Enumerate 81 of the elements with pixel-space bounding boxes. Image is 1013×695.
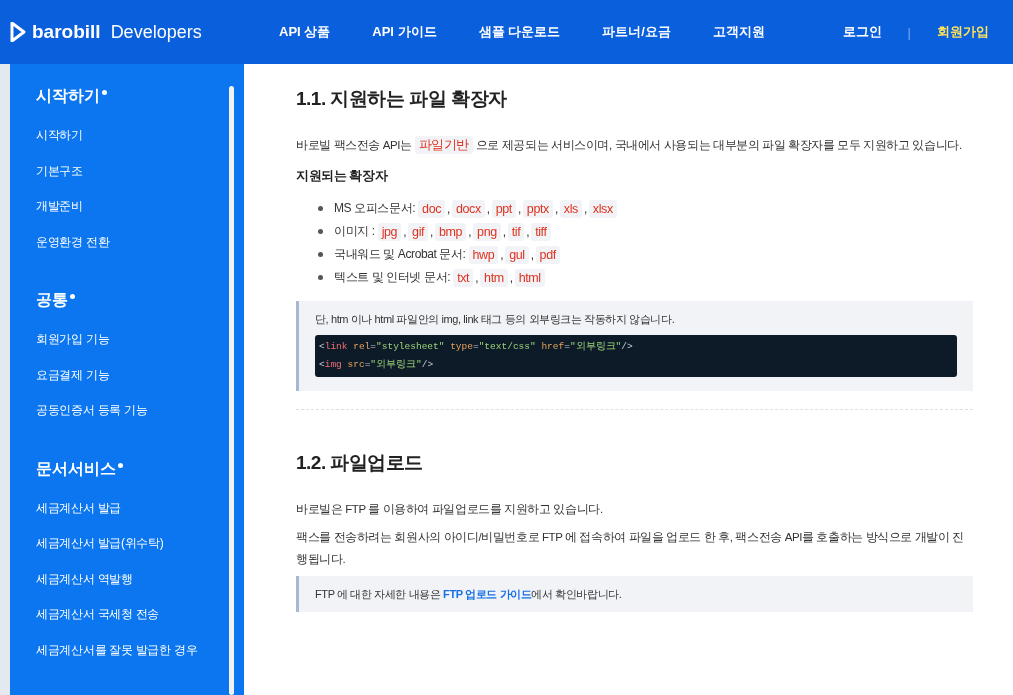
nav-link[interactable]: API 상품 xyxy=(258,23,352,41)
paragraph: 바로빌 팩스전송 API는 파일기반 으로 제공되는 서비스이며, 국내에서 사용되는 대부분의 파일 확장자를 모두 지원하고 있습니다. xyxy=(296,135,963,156)
section-title: 공통 xyxy=(36,290,68,310)
comma: , xyxy=(554,201,558,216)
list-label: 텍스트 및 인터넷 문서: xyxy=(334,269,451,286)
inline-code: doc xyxy=(418,199,446,218)
bullet-icon xyxy=(318,206,323,211)
comma: , xyxy=(475,270,479,285)
nav-link[interactable]: 고객지원 xyxy=(691,23,786,41)
scrollbar-thumb[interactable] xyxy=(229,86,234,695)
sidebar-item[interactable]: 세금계산서 역발행 xyxy=(36,561,244,597)
sidebar-item[interactable]: 시작하기 xyxy=(36,118,244,154)
sidebar-item[interactable]: 운영환경 전환 xyxy=(36,224,244,260)
section-heading: 1.2. 파일업로드 xyxy=(296,451,424,475)
bullet-icon xyxy=(318,275,323,280)
inline-code: jpg xyxy=(377,222,402,241)
bullet-icon xyxy=(318,252,323,257)
nav-link[interactable]: 파트너/요금 xyxy=(581,23,692,41)
note-text: 단, htm 이나 html 파일안의 img, link 태그 등의 외부링크는 작동하지 않습니다. xyxy=(315,312,676,327)
section-title: 문서서비스 xyxy=(36,458,116,479)
inline-code: tiff xyxy=(531,222,551,241)
inline-code: 파일기반 xyxy=(414,136,473,154)
nav-link[interactable]: API 가이드 xyxy=(351,23,458,41)
sidebar-item[interactable]: 기본구조 xyxy=(36,153,244,189)
inline-code: pdf xyxy=(535,245,560,264)
comma: , xyxy=(430,224,434,239)
list-label: 이미지 : xyxy=(334,223,375,240)
comma: , xyxy=(403,224,407,239)
sidebar-item[interactable]: 세금계산서 국세청 전송 xyxy=(36,597,244,633)
comma: , xyxy=(583,201,587,216)
bullet-icon xyxy=(318,229,323,234)
nav-link[interactable]: 샘플 다운로드 xyxy=(457,23,582,41)
account-link[interactable]: 로그인 xyxy=(842,23,882,41)
inline-code: pptx xyxy=(522,199,553,218)
note-text: FTP 에 대한 자세한 내용은 FTP 업로드 가이드에서 확인바랍니다. xyxy=(315,587,623,602)
list-label: 국내워드 및 Acrobat 문서: xyxy=(334,246,466,263)
sidebar-item[interactable]: 요금결제 기능 xyxy=(36,357,244,393)
separator: | xyxy=(907,24,911,40)
inline-code: ppt xyxy=(491,199,516,218)
comma: , xyxy=(509,270,513,285)
inline-code: png xyxy=(473,222,501,241)
comma: , xyxy=(517,201,521,216)
section-title: 시작하기 xyxy=(36,86,100,106)
inline-code: hwp xyxy=(468,245,499,264)
comma: , xyxy=(486,201,490,216)
logo-icon xyxy=(10,22,26,42)
dot-icon xyxy=(70,294,75,299)
sidebar-item[interactable]: 세금계산서를 잘못 발급한 경우 xyxy=(36,632,244,668)
inline-code: xlsx xyxy=(588,199,617,218)
section-heading: 1.1. 지원하는 파일 확장자 xyxy=(296,87,508,111)
logo-text[interactable]: barobill xyxy=(32,21,101,43)
sidebar-item[interactable]: 세금계산서 발급 xyxy=(36,490,244,526)
comma: , xyxy=(500,247,504,262)
inline-code: gif xyxy=(408,222,429,241)
inline-code: gul xyxy=(505,245,529,264)
comma: , xyxy=(526,224,530,239)
inline-code: htm xyxy=(480,268,508,287)
sidebar-item[interactable]: 개발준비 xyxy=(36,189,244,225)
dot-icon xyxy=(102,90,107,95)
sidebar-item[interactable]: 세금계산서 발급(위수탁) xyxy=(36,526,244,562)
paragraph: 바로빌은 FTP 를 이용하여 파일업로드를 지원하고 있습니다. xyxy=(296,502,604,517)
comma: , xyxy=(468,224,472,239)
inline-code: docx xyxy=(452,199,485,218)
inline-code: txt xyxy=(453,268,474,287)
inline-code: xls xyxy=(559,199,582,218)
paragraph: 팩스를 전송하려는 회원사의 아이디/비밀번호로 FTP 에 접속하여 파일을 업로드 한 후, 팩스전송 API를 호출하는 방식으로 개발이 진행됩니다. xyxy=(296,530,965,567)
sidebar-item[interactable]: 공동인증서 등록 기능 xyxy=(36,393,244,429)
subheading: 지원되는 확장자 xyxy=(296,168,389,185)
logo-subtitle: Developers xyxy=(110,21,202,43)
comma: , xyxy=(502,224,506,239)
inline-code: html xyxy=(514,268,545,287)
sidebar-item[interactable]: 회원가입 기능 xyxy=(36,322,244,358)
inline-code: tif xyxy=(507,222,525,241)
dot-icon xyxy=(118,462,123,468)
comma: , xyxy=(530,247,534,262)
guide-link[interactable]: FTP 업로드 가이드 xyxy=(443,588,532,600)
account-link[interactable]: 회원가입 xyxy=(937,23,989,41)
list-label: MS 오피스문서: xyxy=(334,200,416,217)
code-block: <link rel="stylesheet" type="text/css" href="외부링크"/> <img src="외부링크"/> xyxy=(315,335,957,377)
inline-code: bmp xyxy=(435,222,467,241)
comma: , xyxy=(447,201,450,216)
